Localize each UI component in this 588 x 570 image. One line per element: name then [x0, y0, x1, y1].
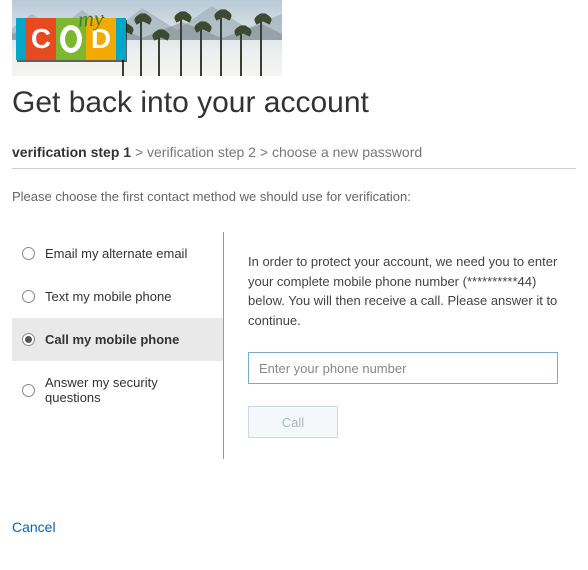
- breadcrumb-step-2: verification step 2: [147, 144, 256, 160]
- option-email[interactable]: Email my alternate email: [12, 232, 223, 275]
- option-questions[interactable]: Answer my security questions: [12, 361, 223, 419]
- breadcrumb: verification step 1 > verification step …: [12, 144, 576, 169]
- verification-detail-panel: In order to protect your account, we nee…: [224, 232, 576, 459]
- page-title: Get back into your account: [12, 86, 576, 120]
- option-call[interactable]: Call my mobile phone: [12, 318, 223, 361]
- brand-letter-c: C: [26, 18, 56, 60]
- phone-number-input[interactable]: [248, 352, 558, 384]
- radio-icon: [22, 290, 35, 303]
- radio-icon: [22, 333, 35, 346]
- breadcrumb-step-1: verification step 1: [12, 144, 131, 160]
- radio-icon: [22, 247, 35, 260]
- verification-blurb: In order to protect your account, we nee…: [248, 252, 566, 330]
- call-button[interactable]: Call: [248, 406, 338, 438]
- radio-icon: [22, 384, 35, 397]
- brand-banner: my C D: [12, 0, 282, 76]
- instruction-text: Please choose the first contact method w…: [12, 189, 576, 204]
- option-label: Call my mobile phone: [45, 332, 179, 347]
- option-text[interactable]: Text my mobile phone: [12, 275, 223, 318]
- option-label: Answer my security questions: [45, 375, 213, 405]
- cancel-link[interactable]: Cancel: [12, 519, 56, 535]
- breadcrumb-step-3: choose a new password: [272, 144, 422, 160]
- brand-prefix: my: [77, 5, 104, 33]
- option-label: Text my mobile phone: [45, 289, 171, 304]
- option-label: Email my alternate email: [45, 246, 187, 261]
- verification-method-list: Email my alternate email Text my mobile …: [12, 232, 224, 459]
- brand-logo: my C D: [16, 18, 126, 60]
